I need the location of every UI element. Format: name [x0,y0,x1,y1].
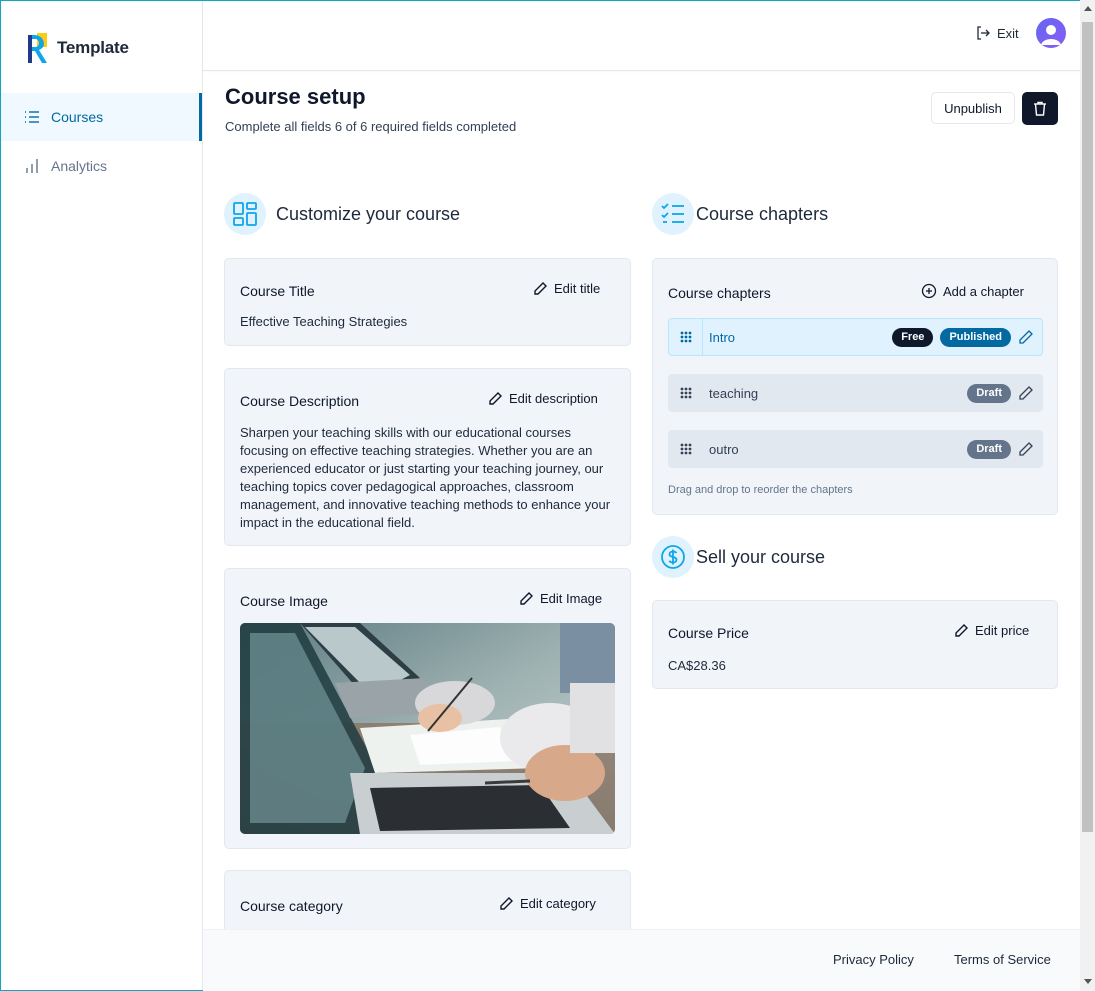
avatar[interactable] [1036,18,1066,48]
pencil-icon[interactable] [1018,385,1034,401]
pencil-icon [489,392,502,405]
chapter-name: teaching [709,385,759,401]
scroll-down-arrow-icon[interactable] [1084,979,1092,984]
status-badge: Draft [967,383,1011,403]
sell-heading: Sell your course [652,536,825,578]
scroll-up-arrow-icon[interactable] [1084,6,1092,11]
grip-icon [680,387,691,399]
course-description-card: Course Description Edit description Shar… [224,368,631,546]
edit-price-label: Edit price [975,623,1030,638]
list-checks-icon [661,203,684,223]
section-icon-wrap [224,193,266,235]
card-label: Course Price [668,625,749,641]
card-label: Course Description [240,393,360,409]
completion-text: Complete all fields 6 of 6 required fiel… [225,119,517,134]
top-bar: Exit [203,1,1080,71]
section-icon-wrap [652,193,694,235]
list-icon [25,111,39,123]
edit-price-button[interactable]: Edit price [954,623,1029,638]
grip-icon [680,331,691,343]
chapter-name: outro [709,441,739,457]
course-title-value: Effective Teaching Strategies [240,314,408,329]
course-image [240,623,615,834]
pencil-icon [520,592,533,605]
pencil-icon [534,282,547,295]
course-price-value: CA$28.36 [668,658,726,673]
unpublish-button[interactable]: Unpublish [931,92,1015,124]
edit-image-label: Edit Image [540,591,603,606]
status-badge: Published [940,327,1011,347]
section-title: Course chapters [696,203,829,224]
drag-handle[interactable] [669,319,703,355]
course-price-card: Course Price Edit price CA$28.36 [652,600,1058,689]
add-chapter-button[interactable]: Add a chapter [921,283,1024,299]
bar-chart-icon [26,159,38,173]
course-description-value: Sharpen your teaching skills with our ed… [240,425,611,530]
exit-button[interactable]: Exit [975,25,1019,41]
section-title: Sell your course [696,546,826,567]
reorder-hint: Drag and drop to reorder the chapters [668,484,853,496]
drag-handle[interactable] [669,375,703,411]
exit-label: Exit [997,25,1019,41]
card-label: Course Title [240,283,315,299]
user-icon [1041,25,1061,45]
delete-button[interactable] [1022,92,1058,125]
status-badge: Draft [967,439,1011,459]
edit-description-button[interactable]: Edit description [488,391,598,406]
brand-name: Template [57,38,129,57]
section-title: Customize your course [276,203,461,224]
sidebar: Template Courses Analytics [1,1,203,990]
course-title-card: Course Title Edit title Effective Teachi… [224,258,631,346]
logo-icon [28,33,47,63]
add-chapter-label: Add a chapter [943,283,1024,299]
course-chapters-card: Course chapters Add a chapter Intro Free… [652,258,1058,515]
chapter-item-intro[interactable]: Intro Free Published [668,318,1043,356]
pencil-icon [500,897,513,910]
pencil-icon[interactable] [1018,441,1034,457]
footer: Privacy Policy Terms of Service [203,929,1080,991]
sidebar-item-label: Courses [51,109,104,125]
sidebar-item-label: Analytics [51,158,108,174]
scrollbar[interactable] [1080,0,1095,991]
drag-handle[interactable] [669,431,703,467]
grip-icon [680,443,691,455]
plus-circle-icon [921,283,937,299]
privacy-policy-link[interactable]: Privacy Policy [833,952,914,967]
card-label: Course category [240,898,343,914]
trash-icon [1034,101,1046,116]
chapter-item-teaching[interactable]: teaching Draft [668,374,1043,412]
log-out-icon [977,26,990,40]
chapters-heading: Course chapters [652,193,828,235]
scroll-thumb[interactable] [1082,22,1093,832]
section-icon-wrap [652,536,694,578]
card-label: Course Image [240,593,328,609]
edit-image-button[interactable]: Edit Image [519,591,602,606]
chapter-name: Intro [709,329,736,345]
card-label: Course chapters [668,285,771,301]
edit-description-label: Edit description [509,391,598,406]
edit-title-label: Edit title [554,281,601,296]
edit-category-label: Edit category [520,896,596,911]
course-image-card: Course Image Edit Image [224,568,631,849]
customize-heading: Customize your course [224,193,460,235]
page-title: Course setup [225,84,366,109]
edit-category-button[interactable]: Edit category [499,896,596,911]
dollar-circle-icon [661,545,685,569]
chapter-item-outro[interactable]: outro Draft [668,430,1043,468]
logo[interactable]: Template [23,31,129,65]
layout-dashboard-icon [233,202,257,226]
sidebar-item-courses[interactable]: Courses [1,93,202,141]
sidebar-item-analytics[interactable]: Analytics [1,142,202,190]
pencil-icon[interactable] [1018,329,1034,345]
terms-of-service-link[interactable]: Terms of Service [954,952,1051,967]
free-badge: Free [892,327,934,347]
pencil-icon [955,624,968,637]
edit-title-button[interactable]: Edit title [533,281,600,296]
